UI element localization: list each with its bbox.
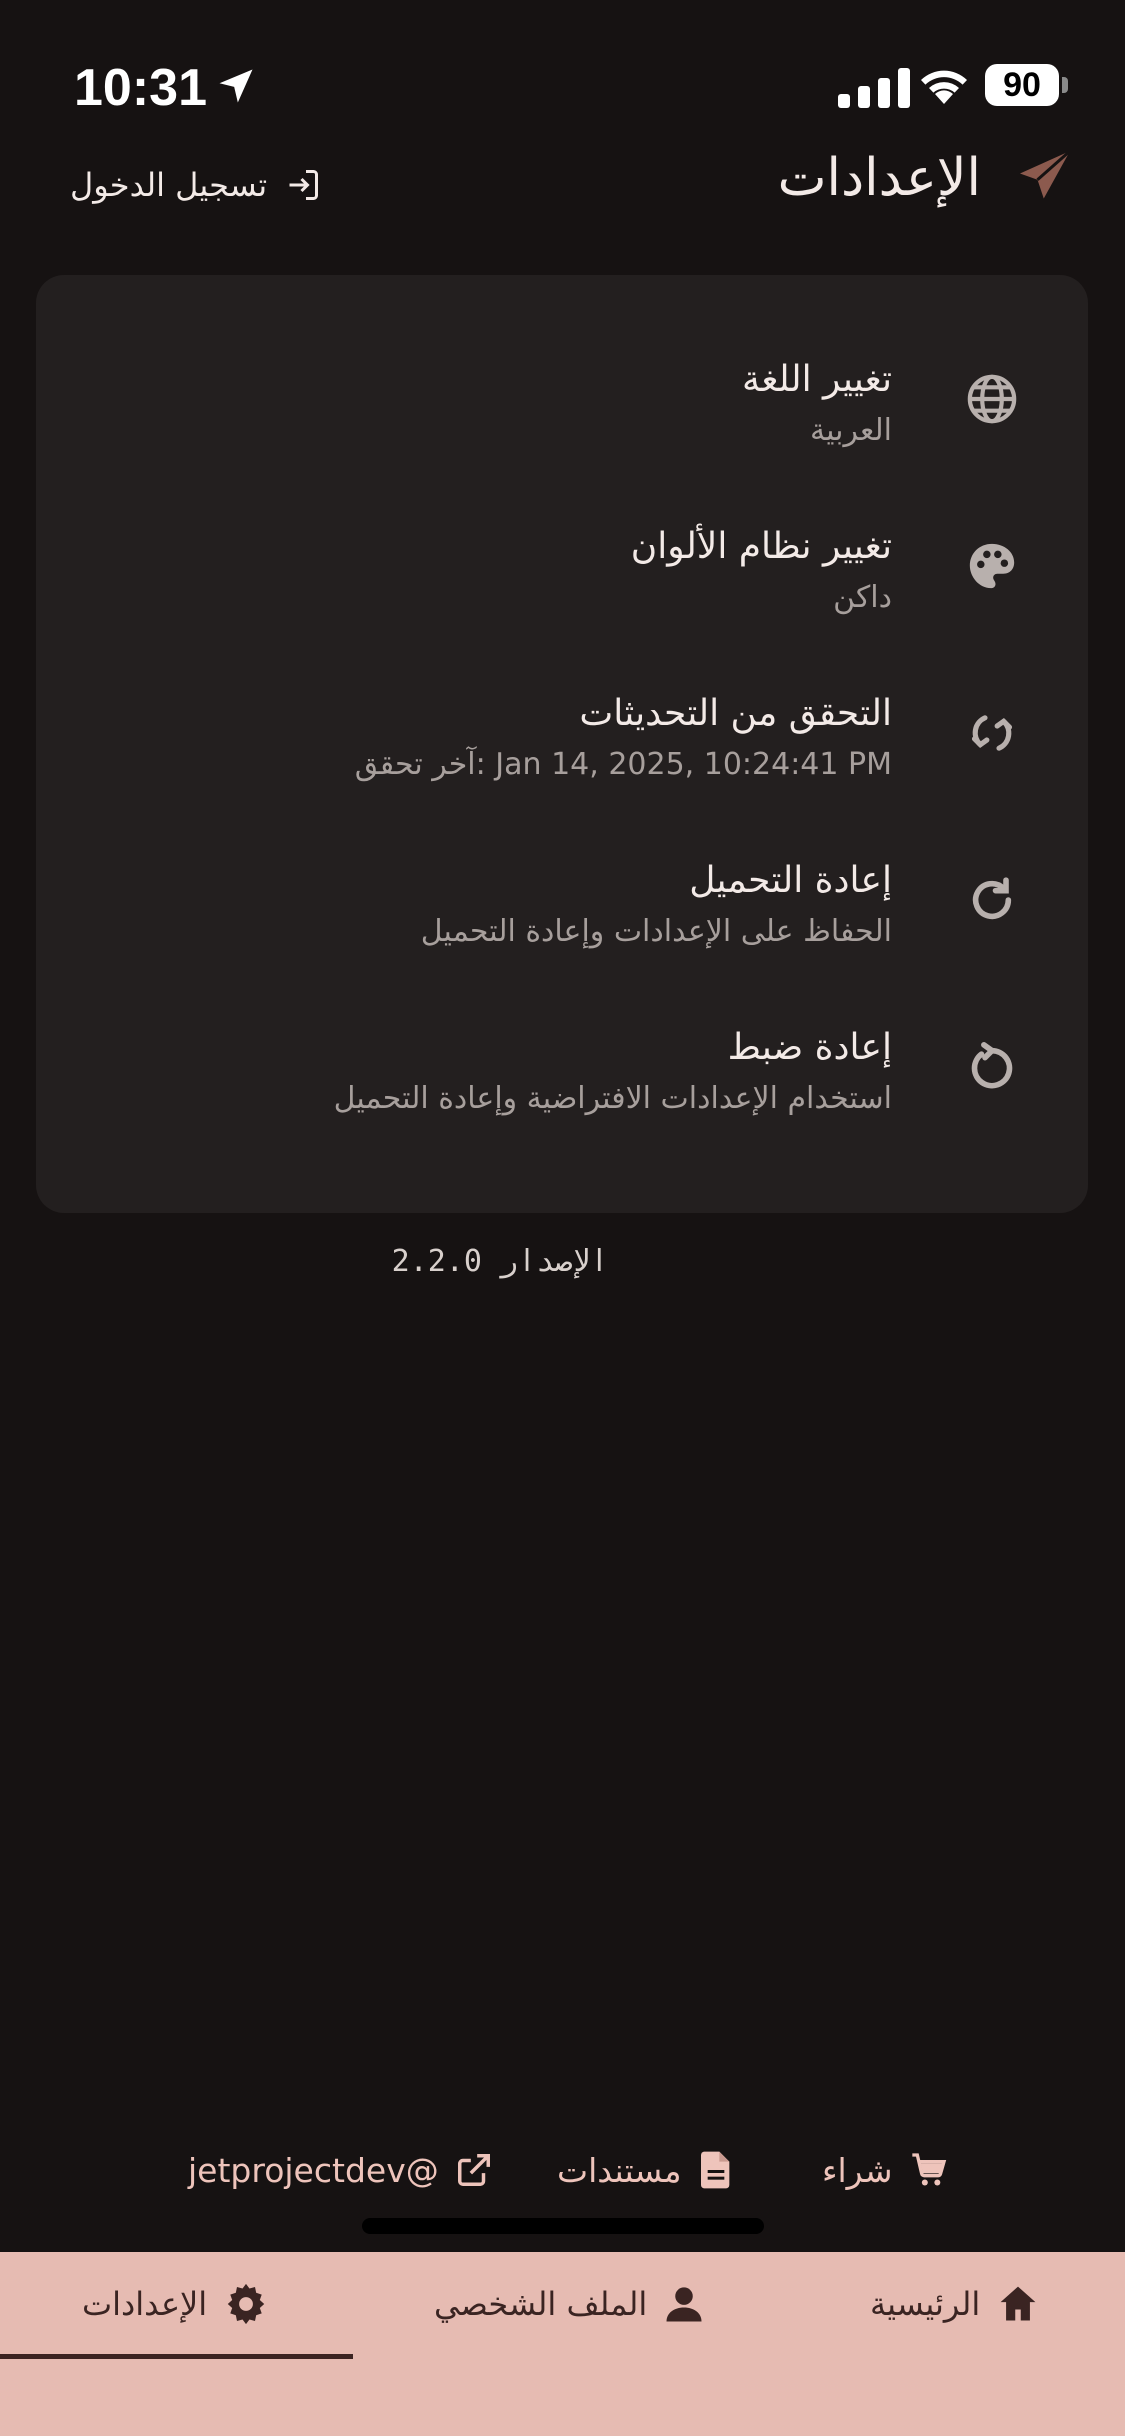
bottom-navigation: الرئيسية الملف الشخصي الإعدادات — [0, 2252, 1125, 2436]
setting-subtitle: العربية — [810, 413, 892, 448]
buy-link[interactable]: شراء — [822, 2140, 949, 2200]
nav-settings-label: الإعدادات — [82, 2285, 208, 2323]
setting-subtitle: داكن — [833, 580, 892, 615]
nav-home-label: الرئيسية — [870, 2285, 981, 2323]
docs-label: مستندات — [557, 2150, 682, 2190]
home-indicator-bar — [362, 2218, 764, 2234]
setting-color-scheme[interactable]: تغيير نظام الألوان داكن — [36, 502, 1088, 642]
nav-profile-label: الملف الشخصي — [434, 2285, 648, 2323]
setting-title: تغيير اللغة — [742, 359, 892, 400]
login-label: تسجيل الدخول — [70, 166, 268, 204]
reload-icon — [972, 877, 1012, 920]
setting-reload[interactable]: إعادة التحميل الحفاظ على الإعدادات وإعاد… — [36, 836, 1088, 976]
external-link-icon — [457, 2154, 490, 2186]
cellular-signal-icon — [838, 66, 910, 108]
settings-card: تغيير اللغة العربية تغيير نظام الألوان د… — [36, 275, 1088, 1213]
setting-reset[interactable]: إعادة ضبط استخدام الإعدادات الافتراضية و… — [36, 1003, 1088, 1143]
setting-title: التحقق من التحديثات — [579, 693, 892, 734]
app-header: الإعدادات تسجيل الدخول — [0, 140, 1125, 240]
document-icon — [700, 2151, 729, 2189]
buy-label: شراء — [822, 2150, 893, 2190]
reset-icon — [971, 1042, 1013, 1089]
setting-subtitle: الحفاظ على الإعدادات وإعادة التحميل — [420, 914, 892, 949]
sync-icon — [971, 715, 1013, 751]
setting-subtitle: استخدام الإعدادات الافتراضية وإعادة التح… — [333, 1081, 892, 1116]
login-icon — [289, 170, 319, 200]
nav-profile[interactable]: الملف الشخصي — [434, 2252, 705, 2356]
status-time: 10:31 — [74, 59, 207, 117]
footer-links: شراء مستندات jetprojectdev@ — [0, 2140, 1125, 2200]
setting-title: تغيير نظام الألوان — [630, 526, 892, 567]
setting-title: إعادة ضبط — [727, 1027, 892, 1068]
version-label: الإصدار 2.2.0 — [391, 1244, 609, 1279]
home-icon — [1000, 2286, 1036, 2321]
setting-subtitle: آخر تحقق: Jan 14, 2025, 10:24:41 PM — [354, 747, 892, 782]
location-arrow-icon — [219, 69, 253, 103]
globe-icon — [967, 374, 1017, 424]
battery-indicator: 90 — [985, 64, 1068, 106]
battery-percent: 90 — [1003, 66, 1041, 104]
nav-home[interactable]: الرئيسية — [870, 2252, 1040, 2356]
status-bar: 10:31 90 — [0, 0, 1125, 140]
gear-icon — [227, 2283, 265, 2325]
nav-active-indicator — [0, 2354, 353, 2359]
palette-icon — [969, 543, 1015, 589]
social-handle-label: jetprojectdev@ — [188, 2150, 439, 2190]
setting-language[interactable]: تغيير اللغة العربية — [36, 335, 1088, 475]
battery-nub — [1062, 77, 1068, 93]
person-icon — [666, 2287, 702, 2322]
setting-title: إعادة التحميل — [689, 860, 892, 901]
setting-check-updates[interactable]: التحقق من التحديثات آخر تحقق: Jan 14, 20… — [36, 669, 1088, 809]
cart-icon — [911, 2153, 946, 2186]
wifi-icon — [921, 70, 967, 104]
page-title: الإعدادات — [777, 148, 981, 208]
docs-link[interactable]: مستندات — [557, 2140, 734, 2200]
social-handle-link[interactable]: jetprojectdev@ — [188, 2140, 493, 2200]
login-button[interactable]: تسجيل الدخول — [70, 150, 321, 220]
paper-plane-logo-icon — [1020, 149, 1071, 199]
nav-settings[interactable]: الإعدادات — [82, 2252, 269, 2356]
